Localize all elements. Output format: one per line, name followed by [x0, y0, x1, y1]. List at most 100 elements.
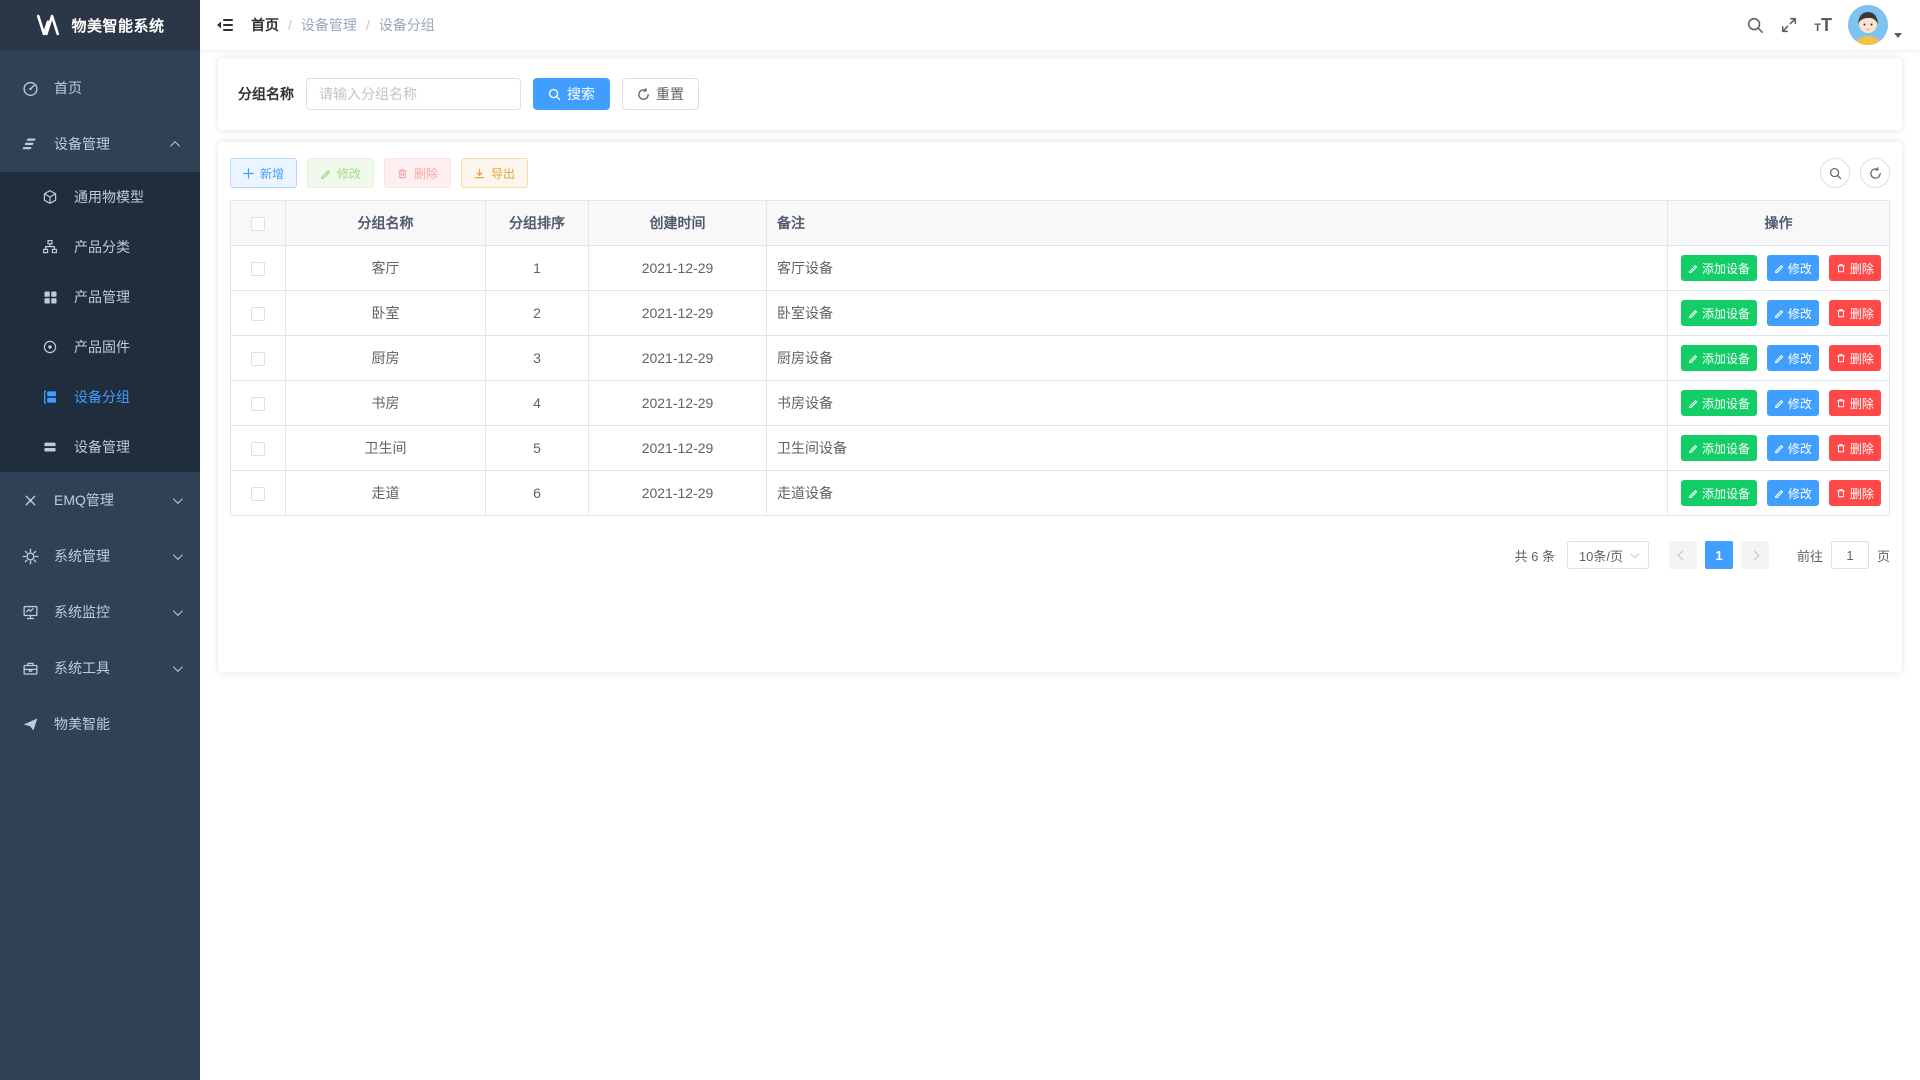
app-title: 物美智能系统 [71, 15, 164, 36]
row-checkbox[interactable] [251, 307, 265, 321]
page-number-1[interactable]: 1 [1705, 541, 1733, 569]
page-size-select[interactable]: 10条/页 [1567, 541, 1649, 569]
breadcrumb-current: 设备分组 [379, 15, 435, 35]
delete-button[interactable]: 删除 [384, 158, 451, 188]
add-device-button[interactable]: 添加设备 [1681, 255, 1757, 281]
search-icon[interactable] [1746, 16, 1764, 34]
sidebar-item-system-monitor[interactable]: 系统监控 [0, 584, 200, 640]
breadcrumb: 首页 / 设备管理 / 设备分组 [251, 15, 435, 35]
next-page-button[interactable] [1741, 541, 1769, 569]
row-delete-button[interactable]: 删除 [1829, 480, 1881, 506]
cell-remark: 卫生间设备 [767, 426, 1668, 471]
row-checkbox[interactable] [251, 397, 265, 411]
sidebar: 物美智能系统 首页 设备管理 [0, 0, 200, 1080]
row-delete-button[interactable]: 删除 [1829, 255, 1881, 281]
edit-button[interactable]: 修改 [307, 158, 374, 188]
row-edit-button[interactable]: 修改 [1767, 435, 1819, 461]
row-edit-button[interactable]: 修改 [1767, 390, 1819, 416]
app-logo[interactable]: 物美智能系统 [0, 0, 200, 50]
row-edit-button[interactable]: 修改 [1767, 300, 1819, 326]
sidebar-item-label: 设备分组 [74, 387, 130, 407]
add-device-button[interactable]: 添加设备 [1681, 435, 1757, 461]
cluster-icon [20, 492, 40, 509]
firmware-icon [40, 339, 60, 355]
table-row: 书房 4 2021-12-29 书房设备 添加设备 修改 删除 [231, 381, 1890, 426]
add-device-button[interactable]: 添加设备 [1681, 390, 1757, 416]
chevron-down-icon [173, 494, 183, 504]
add-device-button[interactable]: 添加设备 [1681, 480, 1757, 506]
col-header-remark: 备注 [767, 201, 1668, 246]
chevron-down-icon [173, 662, 183, 672]
cell-created: 2021-12-29 [589, 471, 767, 516]
group-name-input[interactable] [306, 78, 521, 110]
row-delete-button[interactable]: 删除 [1829, 390, 1881, 416]
table-row: 厨房 3 2021-12-29 厨房设备 添加设备 修改 删除 [231, 336, 1890, 381]
fullscreen-icon[interactable] [1780, 16, 1798, 34]
sidebar-item-product-category[interactable]: 产品分类 [0, 222, 200, 272]
cell-group-order: 4 [486, 381, 589, 426]
row-checkbox[interactable] [251, 442, 265, 456]
select-all-checkbox[interactable] [251, 217, 265, 231]
row-edit-button[interactable]: 修改 [1767, 255, 1819, 281]
sidebar-item-system-tools[interactable]: 系统工具 [0, 640, 200, 696]
menu-fold-icon[interactable] [215, 15, 235, 35]
chevron-down-icon [1630, 550, 1638, 558]
goto-page-input[interactable] [1831, 541, 1869, 569]
sidebar-item-wumei[interactable]: 物美智能 [0, 696, 200, 752]
row-delete-button[interactable]: 删除 [1829, 435, 1881, 461]
sidebar-item-product-mgmt[interactable]: 产品管理 [0, 272, 200, 322]
toolbox-icon [20, 660, 40, 677]
row-checkbox[interactable] [251, 262, 265, 276]
pagination: 共 6 条 10条/页 1 前往 页 [230, 541, 1890, 569]
col-header-created: 创建时间 [589, 201, 767, 246]
sidebar-item-device-mgmt[interactable]: 设备管理 [0, 116, 200, 172]
sidebar-item-thing-model[interactable]: 通用物模型 [0, 172, 200, 222]
search-button[interactable]: 搜索 [533, 78, 610, 110]
sidebar-item-device-list[interactable]: 设备管理 [0, 422, 200, 472]
row-delete-button[interactable]: 删除 [1829, 300, 1881, 326]
cell-group-name: 卧室 [286, 291, 486, 336]
cell-remark: 走道设备 [767, 471, 1668, 516]
cell-group-order: 3 [486, 336, 589, 381]
sidebar-menu: 首页 设备管理 通用物模型 [0, 50, 200, 752]
pagination-goto: 前往 页 [1797, 541, 1890, 569]
font-size-icon[interactable]: TT [1814, 16, 1832, 34]
search-panel: 分组名称 搜索 重置 [218, 58, 1902, 130]
avatar[interactable] [1848, 5, 1888, 45]
row-delete-button[interactable]: 删除 [1829, 345, 1881, 371]
cell-remark: 书房设备 [767, 381, 1668, 426]
row-checkbox[interactable] [251, 487, 265, 501]
prev-page-button[interactable] [1669, 541, 1697, 569]
grid-icon [40, 290, 60, 305]
reset-button[interactable]: 重置 [622, 78, 699, 110]
sidebar-item-label: EMQ管理 [54, 490, 114, 510]
toggle-search-button[interactable] [1820, 158, 1850, 188]
row-edit-button[interactable]: 修改 [1767, 480, 1819, 506]
sidebar-item-system-mgmt[interactable]: 系统管理 [0, 528, 200, 584]
devices-icon [40, 439, 60, 455]
sidebar-item-home[interactable]: 首页 [0, 60, 200, 116]
breadcrumb-device-mgmt[interactable]: 设备管理 [301, 15, 357, 35]
sidebar-item-emq[interactable]: EMQ管理 [0, 472, 200, 528]
row-edit-button[interactable]: 修改 [1767, 345, 1819, 371]
navbar-right: TT [1746, 5, 1902, 45]
sidebar-item-device-group[interactable]: 设备分组 [0, 372, 200, 422]
row-checkbox[interactable] [251, 352, 265, 366]
add-device-button[interactable]: 添加设备 [1681, 300, 1757, 326]
export-button[interactable]: 导出 [461, 158, 528, 188]
table-header-row: 分组名称 分组排序 创建时间 备注 操作 [231, 201, 1890, 246]
cell-created: 2021-12-29 [589, 336, 767, 381]
cell-remark: 厨房设备 [767, 336, 1668, 381]
breadcrumb-home[interactable]: 首页 [251, 15, 279, 35]
user-menu[interactable] [1848, 5, 1902, 45]
chevron-down-icon [173, 550, 183, 560]
sidebar-submenu-device: 通用物模型 产品分类 产品管理 [0, 172, 200, 472]
sidebar-item-label: 产品分类 [74, 237, 130, 257]
cell-created: 2021-12-29 [589, 381, 767, 426]
refresh-button[interactable] [1860, 158, 1890, 188]
cell-remark: 卧室设备 [767, 291, 1668, 336]
add-device-button[interactable]: 添加设备 [1681, 345, 1757, 371]
add-button[interactable]: 新增 [230, 158, 297, 188]
sidebar-item-product-firmware[interactable]: 产品固件 [0, 322, 200, 372]
cell-group-order: 2 [486, 291, 589, 336]
